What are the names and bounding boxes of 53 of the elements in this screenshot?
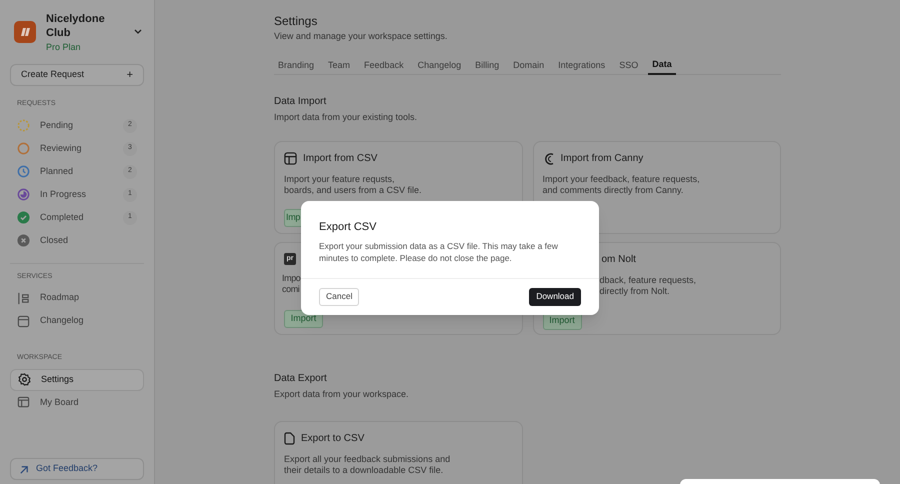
page-subtitle: View and manage your workspace settings. [274, 30, 448, 43]
card-description: boards, and users from a CSV file. [284, 185, 423, 196]
card-description: Impo [282, 273, 302, 284]
card-description: Import your feedback, feature requests, [542, 174, 701, 185]
sidebar-item[interactable]: Changelog [10, 310, 144, 332]
card-description: Export all your feedback submissions and [284, 454, 452, 464]
c-logo-icon [542, 152, 554, 166]
settings-tab[interactable]: Changelog [414, 56, 466, 74]
sidebar-item[interactable]: Settings [10, 368, 144, 390]
settings-tab[interactable]: Branding [274, 56, 318, 74]
plan-label: Pro Plan [46, 41, 82, 53]
import-button[interactable]: Imp [284, 209, 302, 227]
create-request-button[interactable]: Create Request + [10, 64, 144, 86]
cancel-button[interactable]: Cancel [319, 288, 360, 306]
section-subtitle: Import data from your existing tools. [274, 110, 418, 124]
dialog-title: Export CSV [319, 220, 378, 235]
card-description: dback, feature requests, [600, 275, 698, 286]
logo-icon [14, 21, 36, 43]
page-title: Settings [274, 14, 318, 29]
board-icon [17, 396, 30, 409]
download-button[interactable]: Download [529, 288, 581, 306]
card-title: Export to CSV [301, 432, 364, 446]
dialog-message: Export your submission data as a CSV file. This may take a few minutes to complete. Please do not close the page. [319, 240, 559, 264]
sidebar-item[interactable]: Closed [10, 230, 144, 252]
settings-tab[interactable]: Billing [471, 56, 504, 74]
settings-icon [18, 373, 31, 386]
settings-tab[interactable]: Team [324, 56, 354, 74]
section-title: Data Export [274, 372, 328, 386]
table-icon [284, 152, 297, 165]
card-description: their details to a downloadable CSV file. [284, 464, 444, 476]
card-title: om Nolt [602, 253, 637, 267]
card-description: Import your feature requsts, [284, 174, 396, 185]
arrow-icon [19, 464, 30, 474]
settings-tab[interactable]: Domain [509, 56, 548, 74]
card-title: Import from Canny [560, 152, 644, 166]
card-title: Import from CSV [303, 152, 378, 166]
settings-tab[interactable]: Data [648, 56, 676, 74]
sidebar-item[interactable]: Roadmap [10, 287, 144, 309]
card-description: comi [282, 284, 300, 295]
workspace-name: Nicelydone Club [46, 12, 106, 40]
section-subtitle: Export data from your workspace. [274, 388, 410, 401]
card-description: and comments directly from Canny. [542, 185, 684, 196]
feedback-button[interactable]: Got Feedback? [10, 458, 144, 480]
card-description: directly from Nolt. [600, 286, 671, 297]
document-icon [17, 314, 30, 328]
roadmap-icon [17, 292, 30, 304]
chevron-down-icon[interactable] [134, 29, 142, 35]
sidebar-item[interactable]: My Board [10, 392, 144, 414]
settings-tab[interactable]: Integrations [554, 56, 610, 74]
settings-tab[interactable]: Feedback [360, 56, 408, 74]
settings-tab[interactable]: SSO [615, 56, 642, 74]
section-title: Data Import [274, 94, 328, 108]
file-icon [284, 432, 295, 444]
